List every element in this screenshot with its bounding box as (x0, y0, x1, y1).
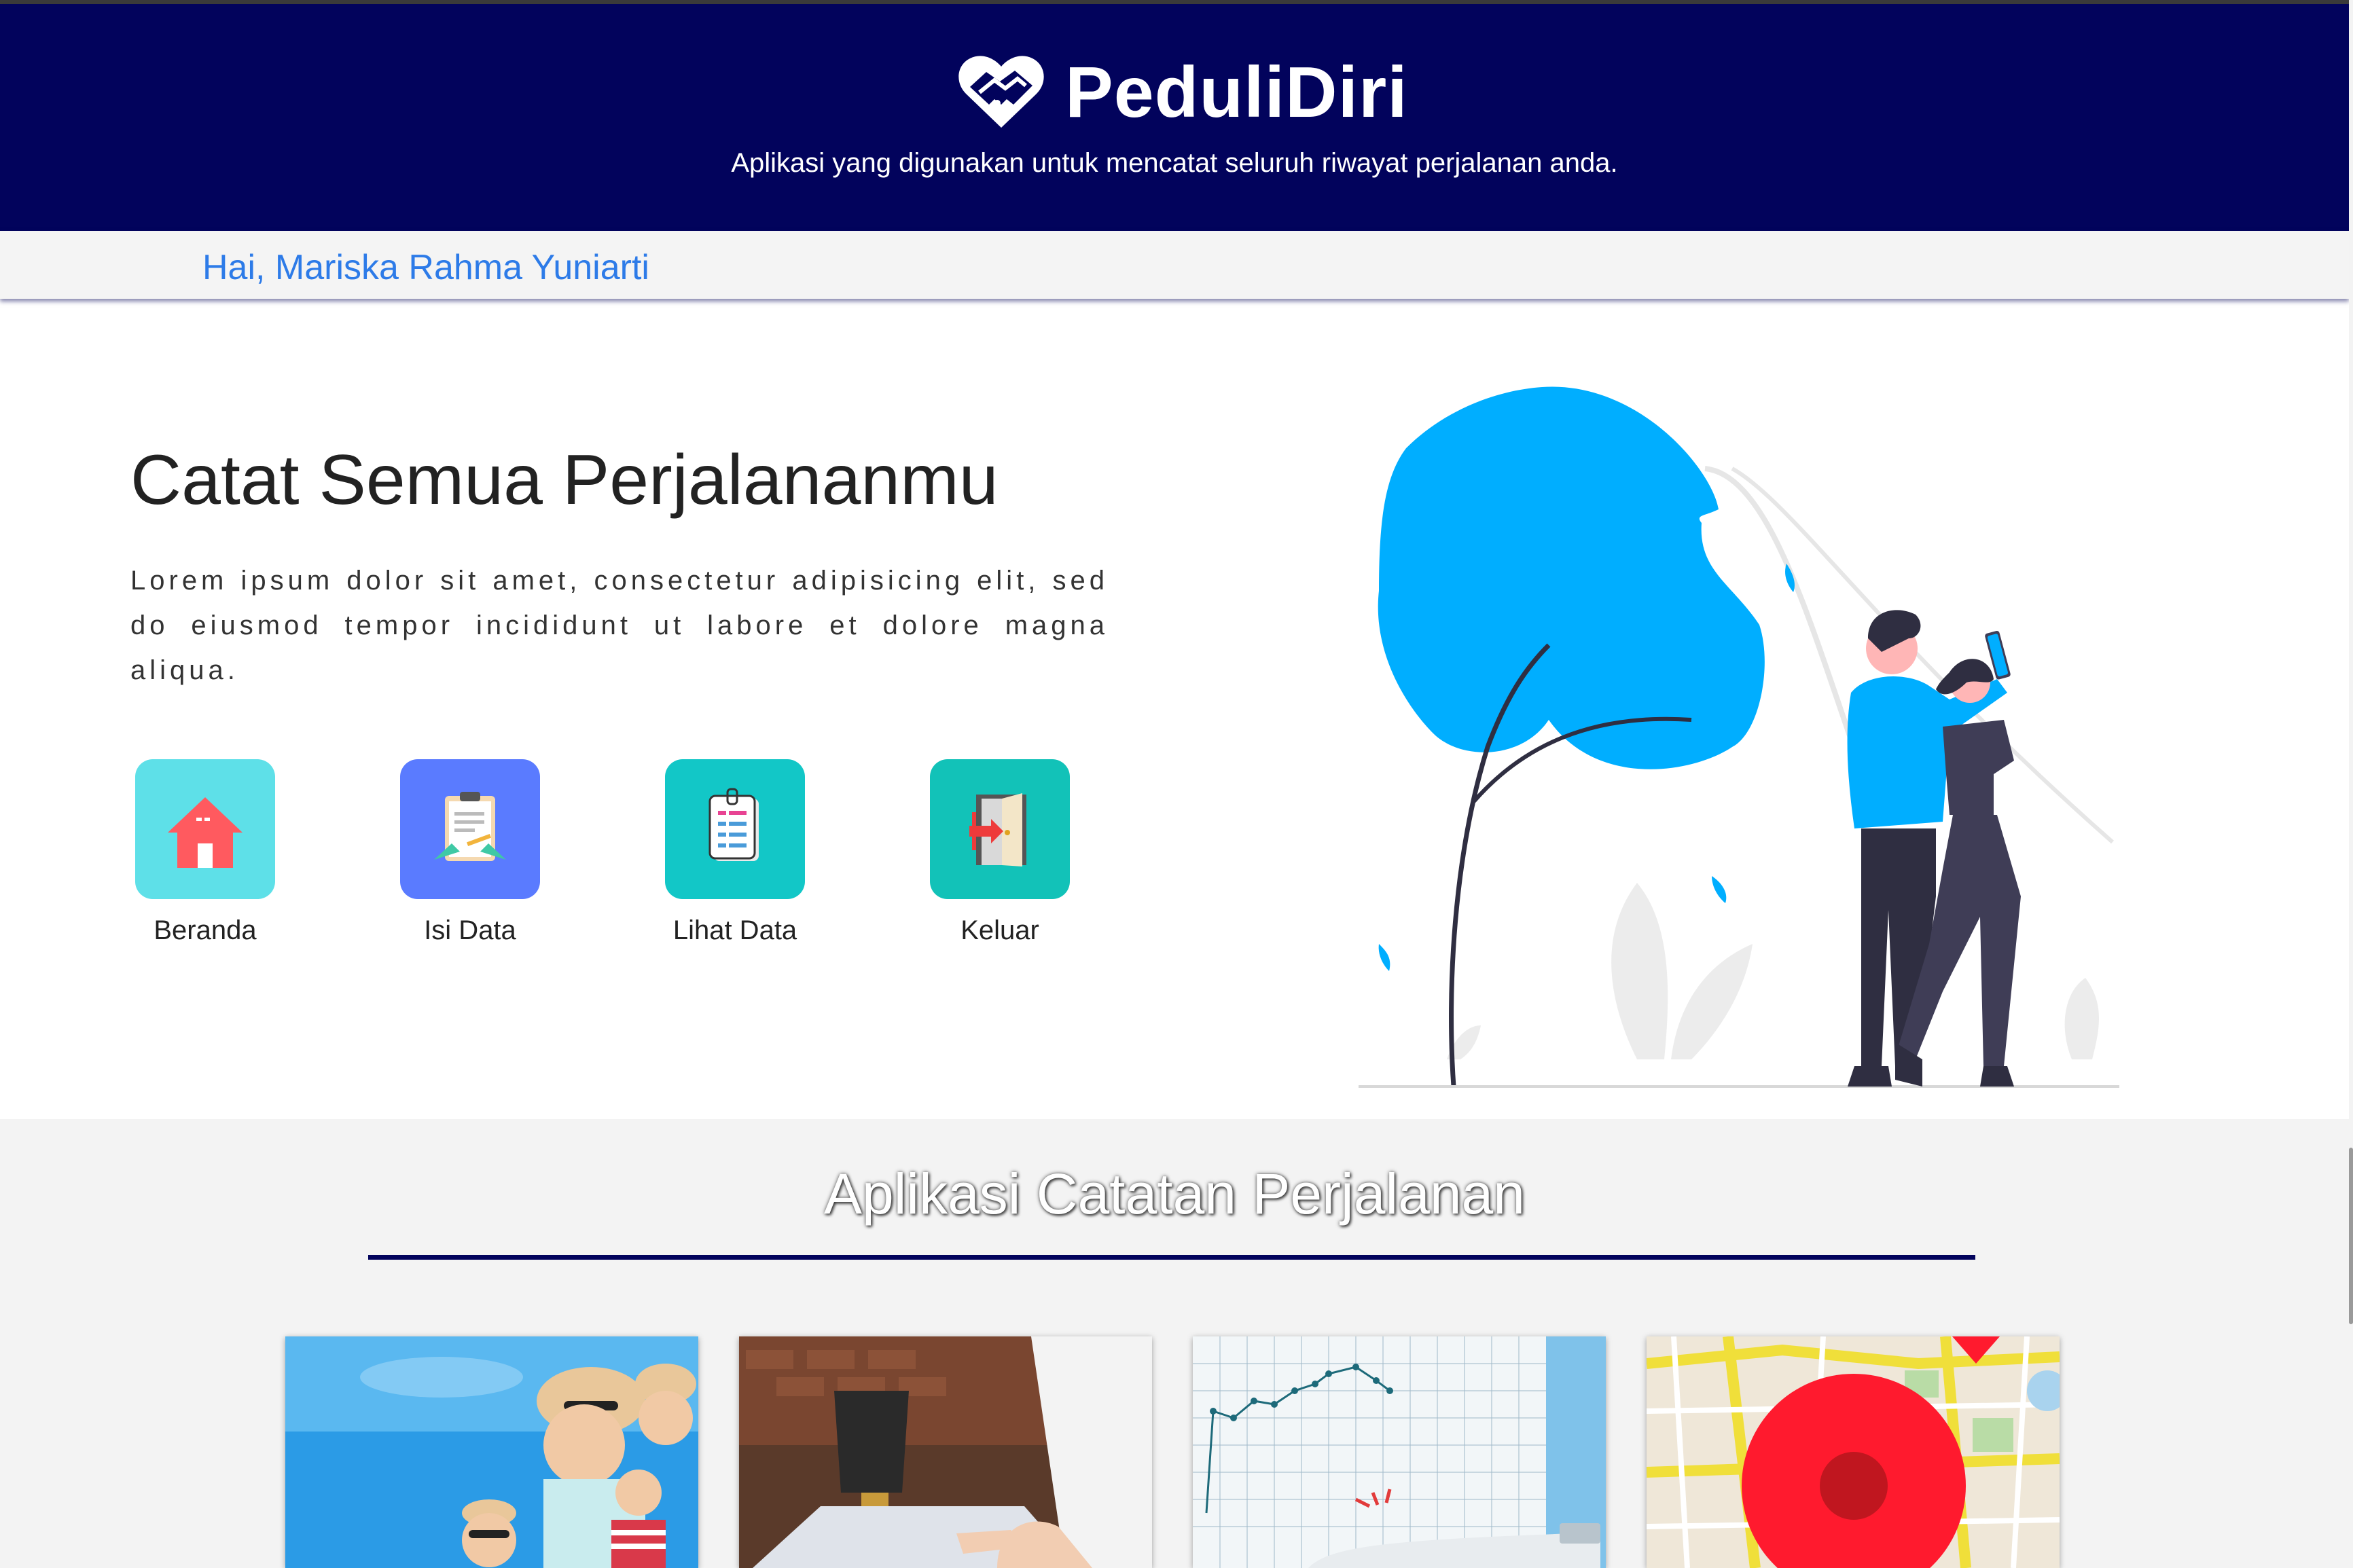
exit-door-icon (930, 759, 1070, 899)
main-menu: Beranda Isi Data Lihat Data Keluar (130, 759, 1109, 963)
menu-item-beranda[interactable]: Beranda (130, 759, 280, 946)
card-map-pin[interactable] (1647, 1336, 2060, 1568)
laptop-tea-photo (739, 1336, 1152, 1568)
menu-label-isi-data: Isi Data (424, 915, 516, 945)
chart-thermometer-photo (1193, 1336, 1606, 1568)
heart-handshake-icon (958, 56, 1044, 128)
menu-label-beranda: Beranda (154, 915, 257, 945)
page-scrollbar[interactable] (2349, 0, 2353, 1568)
menu-item-keluar[interactable]: Keluar (925, 759, 1075, 946)
card-laptop-tea[interactable] (739, 1336, 1152, 1568)
clipboard-icon (400, 759, 540, 899)
menu-label-keluar: Keluar (960, 915, 1039, 945)
hero-title: Catat Semua Perjalananmu (130, 441, 999, 519)
menu-item-lihat-data[interactable]: Lihat Data (660, 759, 810, 946)
map-pin-photo (1647, 1336, 2060, 1568)
tagline: Aplikasi yang digunakan untuk mencatat s… (731, 148, 1618, 178)
hero-description: Lorem ipsum dolor sit amet, consectetur … (130, 566, 1109, 685)
brand-name: PeduliDiri (1065, 52, 1408, 132)
site-header: PeduliDiri Aplikasi yang digunakan untuk… (0, 4, 2349, 231)
travel-couple-illustration (1359, 386, 2119, 1088)
app-section: Aplikasi Catatan Perjalanan (0, 1119, 2349, 1568)
section-title: Aplikasi Catatan Perjalanan (824, 1162, 1525, 1226)
greeting-bar: Hai, Mariska Rahma Yuniarti (0, 231, 2349, 299)
home-icon (135, 759, 275, 899)
card-family-travel[interactable] (285, 1336, 698, 1568)
document-icon (665, 759, 805, 899)
menu-item-isi-data[interactable]: Isi Data (395, 759, 545, 946)
scrollbar-thumb[interactable] (2349, 1148, 2353, 1324)
section-divider (368, 1255, 1975, 1260)
user-greeting[interactable]: Hai, Mariska Rahma Yuniarti (202, 247, 649, 288)
family-travel-photo (285, 1336, 698, 1568)
brand[interactable]: PeduliDiri (956, 45, 1408, 140)
menu-label-lihat-data: Lihat Data (672, 915, 797, 945)
card-chart-thermometer[interactable] (1193, 1336, 1606, 1568)
